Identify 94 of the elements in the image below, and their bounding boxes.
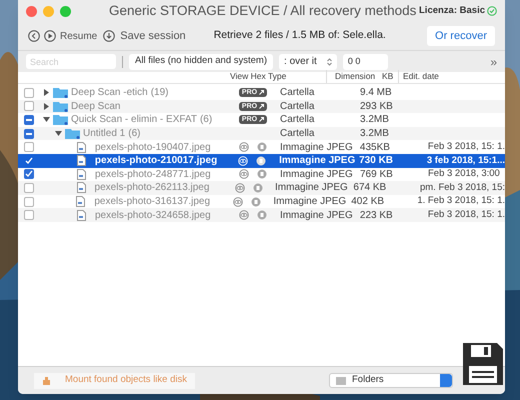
size-cell-text: 3.2MB: [359, 127, 390, 142]
size-cell-text: 223 KB: [358, 208, 394, 223]
back-icon[interactable]: [28, 30, 40, 42]
document-icon: [77, 142, 86, 153]
type-cell-text: Immagine JPEG: [278, 140, 354, 155]
size-cell-text: 769 KB: [359, 168, 394, 182]
date-cell: 3 feb 2018, 15:1...: [426, 154, 506, 168]
zoom-button[interactable]: [60, 6, 71, 16]
document-icon: [76, 182, 86, 194]
file-name: pexels-photo-248771.jpeg: [95, 168, 211, 182]
date-cell-text: pm. Feb 3 2018, 15:: [420, 180, 506, 195]
checkbox[interactable]: [24, 210, 34, 220]
recover-button[interactable]: Or recover: [427, 26, 495, 46]
table-row[interactable]: pexels-photo-262113.jpeg Immagine JPEG 674 KB pm. Feb 3 2018, 15:: [18, 181, 505, 195]
view-dropdown[interactable]: Folders: [329, 373, 453, 388]
eye-icon[interactable]: [238, 210, 249, 220]
type-cell-text: Immagine JPEG: [278, 154, 356, 168]
date-cell-text: 1. Feb 3 2018, 15: 1.: [417, 194, 505, 208]
column-header[interactable]: KB: [382, 70, 398, 83]
date-cell-text: Feb 3 2018, 3:00: [428, 167, 501, 182]
type-cell-text: Immagine JPEG: [279, 168, 354, 182]
file-name: Untitled 1: [83, 127, 126, 142]
folder-icon: [53, 114, 68, 126]
play-icon[interactable]: [44, 30, 56, 42]
column-header[interactable]: Dimension: [326, 70, 382, 83]
file-name: Deep Scan: [71, 100, 120, 114]
retrieve-summary: Retrieve 2 files / 1.5 MB of: Sele.ella.: [214, 28, 386, 44]
collapsed-triangle-icon[interactable]: [42, 89, 50, 96]
folder-icon: [53, 100, 68, 112]
type-cell-text: Immagine JPEG: [272, 195, 348, 210]
column-header[interactable]: View Hex Type: [230, 70, 326, 83]
checkbox[interactable]: [24, 88, 34, 98]
stepper-arrows-icon: [326, 58, 332, 66]
table-row[interactable]: Untitled 1 (6) Cartella 3.2MB: [18, 126, 505, 140]
file-name: Deep Scan -etich: [71, 86, 148, 100]
item-count: (19): [150, 86, 169, 100]
size-cell-text: 730 KB: [358, 154, 394, 168]
file-name: pexels-photo-210017.jpeg: [94, 154, 218, 168]
type-cell-text: Immagine JPEG: [278, 208, 354, 223]
close-button[interactable]: [26, 6, 37, 16]
size-cell-text: 9.4 MB: [359, 86, 393, 100]
checkbox[interactable]: [24, 156, 34, 166]
file-name: pexels-photo-262113.jpeg: [94, 181, 210, 196]
save-session-button[interactable]: Save session: [120, 28, 186, 44]
file-name: pexels-photo-316137.jpeg: [94, 195, 210, 210]
type-cell-text: Cartella: [279, 86, 316, 100]
checkbox[interactable]: [24, 101, 34, 112]
file-name: Quick Scan - elimin - EXFAT: [71, 113, 197, 128]
document-icon: [76, 196, 86, 208]
checkbox[interactable]: [24, 114, 34, 125]
size-cell-text: 293 KB: [359, 100, 394, 114]
folder-icon: [53, 87, 68, 98]
date-cell: Feb 3 2018, 15: 1.: [428, 140, 506, 154]
size-cell-text: 674 KB: [352, 181, 388, 196]
collapsed-triangle-icon[interactable]: [42, 102, 50, 110]
file-name: pexels-photo-324658.jpeg: [95, 208, 211, 223]
checkbox[interactable]: [24, 196, 34, 207]
license-label[interactable]: Licenza: Basic: [419, 4, 485, 18]
eye-icon[interactable]: [234, 182, 245, 193]
column-header[interactable]: Edit. date: [398, 70, 439, 83]
check-circle-icon: [487, 6, 497, 16]
filter-dropdown[interactable]: All files (no hidden and system): [129, 54, 274, 70]
size-stepper[interactable]: 0 0: [342, 54, 388, 70]
expanded-triangle-icon[interactable]: [54, 130, 62, 138]
download-icon[interactable]: [103, 30, 116, 42]
size-cell-text: 402 KB: [350, 195, 386, 210]
eye-icon[interactable]: [238, 142, 249, 152]
table-row[interactable]: pexels-photo-210017.jpeg Immagine JPEG 730 KB 3 feb 2018, 15:1...: [18, 154, 505, 168]
more-button[interactable]: »: [490, 52, 497, 70]
file-name: pexels-photo-190407.jpeg: [95, 140, 211, 155]
type-cell-text: Cartella: [279, 100, 316, 114]
resume-button[interactable]: Resume: [60, 28, 98, 44]
checkbox[interactable]: [24, 142, 34, 152]
document-icon: [77, 168, 86, 180]
size-cell-text: 3.2MB: [359, 113, 390, 128]
item-count: (6): [128, 127, 140, 142]
type-cell-text: Cartella: [279, 127, 316, 142]
document-icon: [77, 210, 86, 221]
condition-dropdown[interactable]: : over it: [279, 54, 337, 70]
expanded-triangle-icon[interactable]: [42, 116, 50, 124]
item-count: (6): [200, 113, 212, 128]
eye-icon[interactable]: [239, 169, 249, 180]
date-cell: Feb 3 2018, 15: 1.: [428, 208, 506, 222]
table-row[interactable]: pexels-photo-324658.jpeg Immagine JPEG 223 KB Feb 3 2018, 15: 1.: [18, 208, 505, 222]
folder-icon: [65, 128, 80, 140]
checkbox[interactable]: [24, 182, 34, 193]
type-cell-text: Immagine JPEG: [274, 181, 349, 196]
document-icon: [76, 155, 86, 166]
checkbox[interactable]: [24, 128, 34, 139]
eye-icon[interactable]: [233, 196, 244, 207]
checkbox[interactable]: [24, 169, 34, 180]
size-cell-text: 435KB: [358, 140, 391, 155]
type-cell-text: Cartella: [279, 113, 316, 128]
window-title: Generic STORAGE DEVICE / All recovery methods: [109, 2, 416, 20]
